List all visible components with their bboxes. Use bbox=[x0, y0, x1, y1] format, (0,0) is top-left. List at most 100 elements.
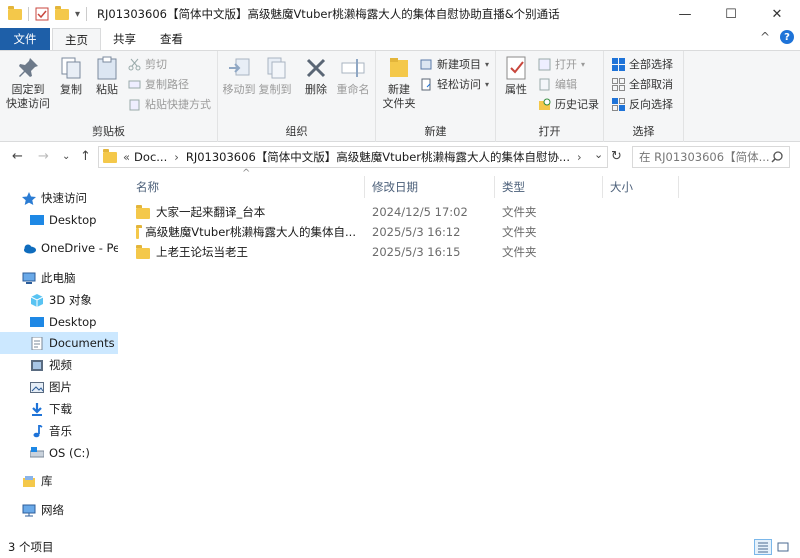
breadcrumb-separator: › bbox=[577, 150, 582, 164]
select-all-button[interactable]: 全部选择 bbox=[612, 55, 673, 73]
rename-icon bbox=[341, 59, 365, 77]
column-header-type[interactable]: 类型 bbox=[502, 176, 608, 198]
title-bar: ▾ RJ01303606【简体中文版】高级魅魔Vtuber桃濑梅露大人的集体自慰… bbox=[0, 0, 800, 28]
scissors-icon bbox=[128, 58, 141, 70]
column-header-name[interactable]: 名称 bbox=[136, 176, 366, 198]
column-divider[interactable] bbox=[602, 176, 603, 198]
column-header-size[interactable]: 大小 bbox=[610, 176, 680, 198]
copy-to-button[interactable]: 复制到 bbox=[258, 55, 292, 97]
new-folder-qa-icon[interactable] bbox=[55, 5, 69, 20]
address-dropdown-button[interactable]: ⌄ bbox=[594, 148, 603, 161]
pin-label: 固定到 快速访问 bbox=[6, 83, 50, 110]
easy-access-icon bbox=[421, 78, 431, 90]
pin-quick-access-button[interactable]: 固定到 快速访问 bbox=[6, 55, 50, 111]
quick-access-dropdown[interactable]: ▾ bbox=[75, 9, 80, 20]
nav-item-pictures[interactable]: 图片 bbox=[0, 376, 118, 398]
new-folder-button[interactable]: 新建 文件夹 bbox=[382, 55, 416, 111]
nav-item-downloads[interactable]: 下载 bbox=[0, 398, 118, 420]
nav-item-this-pc[interactable]: 此电脑 bbox=[0, 267, 118, 289]
tab-view[interactable]: 查看 bbox=[148, 28, 195, 50]
tab-file[interactable]: 文件 bbox=[0, 28, 50, 50]
delete-label: 删除 bbox=[305, 83, 327, 96]
navigation-bar: ← → ⌄ ↑ « Doc... › RJ01303606【简体中文版】高级魅魔… bbox=[0, 142, 800, 172]
nav-item-3d-objects[interactable]: 3D 对象 bbox=[0, 289, 118, 311]
address-folder-icon bbox=[103, 148, 117, 163]
nav-item-label: Documents bbox=[49, 336, 115, 350]
nav-item-label: OneDrive - Per bbox=[41, 241, 118, 255]
new-group-label: 新建 bbox=[424, 125, 447, 138]
new-item-icon bbox=[420, 59, 432, 69]
search-box[interactable]: 在 RJ01303606【简体... bbox=[632, 146, 790, 168]
paste-button[interactable]: 粘贴 bbox=[92, 55, 122, 97]
refresh-button[interactable]: ↻ bbox=[611, 149, 622, 164]
details-view-icon bbox=[758, 542, 768, 553]
nav-item-desktop-pc[interactable]: Desktop bbox=[0, 311, 118, 333]
paste-shortcut-button[interactable]: 粘贴快捷方式 bbox=[128, 95, 211, 113]
select-none-button[interactable]: 全部取消 bbox=[612, 75, 673, 93]
tab-home[interactable]: 主页 bbox=[52, 28, 101, 50]
column-divider[interactable] bbox=[364, 176, 365, 198]
organize-group: 移动到 复制到 删除 重命名 组织 bbox=[218, 51, 376, 143]
nav-item-desktop[interactable]: Desktop bbox=[0, 209, 118, 231]
open-button[interactable]: 打开 ▾ bbox=[538, 55, 585, 73]
properties-check-icon[interactable] bbox=[35, 7, 49, 21]
properties-button[interactable]: 属性 bbox=[500, 55, 532, 97]
breadcrumb-current-folder[interactable]: RJ01303606【简体中文版】高级魅魔Vtuber桃濑梅露大人的集体自慰协.… bbox=[186, 149, 570, 165]
forward-button[interactable]: → bbox=[38, 149, 49, 164]
nav-item-network[interactable]: 网络 bbox=[0, 499, 118, 521]
up-button[interactable]: ↑ bbox=[80, 149, 91, 164]
edit-button[interactable]: 编辑 bbox=[538, 75, 577, 93]
folder-icon bbox=[136, 225, 143, 239]
open-label: 打开 bbox=[555, 58, 577, 71]
recent-locations-dropdown[interactable]: ⌄ bbox=[62, 151, 70, 162]
copy-button[interactable]: 复制 bbox=[56, 55, 86, 97]
copy-path-label: 复制路径 bbox=[145, 78, 189, 91]
nav-item-music[interactable]: 音乐 bbox=[0, 420, 118, 442]
nav-item-libraries[interactable]: 库 bbox=[0, 470, 118, 492]
easy-access-button[interactable]: 轻松访问 ▾ bbox=[420, 75, 489, 93]
history-icon bbox=[539, 98, 551, 110]
invert-selection-button[interactable]: 反向选择 bbox=[612, 95, 673, 113]
nav-item-os-drive[interactable]: OS (C:) bbox=[0, 442, 118, 464]
move-to-button[interactable]: 移动到 bbox=[222, 55, 256, 97]
copy-path-button[interactable]: 复制路径 bbox=[128, 75, 189, 93]
breadcrumb-documents[interactable]: Doc... bbox=[134, 150, 167, 164]
column-header-date[interactable]: 修改日期 bbox=[372, 176, 498, 198]
file-type: 文件夹 bbox=[502, 205, 537, 219]
back-button[interactable]: ← bbox=[12, 149, 23, 164]
details-view-button[interactable] bbox=[754, 539, 772, 555]
nav-item-documents[interactable]: Documents bbox=[0, 332, 118, 354]
column-divider[interactable] bbox=[678, 176, 679, 198]
rename-button[interactable]: 重命名 bbox=[334, 55, 372, 97]
select-all-label: 全部选择 bbox=[629, 58, 673, 71]
invert-selection-label: 反向选择 bbox=[629, 98, 673, 111]
delete-x-icon bbox=[306, 58, 326, 78]
address-bar[interactable]: « Doc... › RJ01303606【简体中文版】高级魅魔Vtuber桃濑… bbox=[98, 146, 608, 168]
collapse-ribbon-button[interactable]: ^ bbox=[760, 30, 770, 44]
column-divider[interactable] bbox=[494, 176, 495, 198]
large-icons-view-button[interactable] bbox=[774, 539, 792, 555]
tab-share[interactable]: 共享 bbox=[101, 28, 148, 50]
history-button[interactable]: 历史记录 bbox=[538, 95, 599, 113]
breadcrumb-overflow[interactable]: « bbox=[123, 150, 130, 164]
nav-item-onedrive[interactable]: OneDrive - Per bbox=[0, 237, 118, 259]
navigation-pane: 快速访问 Desktop OneDrive - Per 此电脑 3D 对象 De… bbox=[0, 172, 118, 532]
delete-button[interactable]: 删除 bbox=[302, 55, 330, 97]
maximize-button[interactable]: ☐ bbox=[708, 0, 754, 28]
nav-item-videos[interactable]: 视频 bbox=[0, 354, 118, 376]
file-row[interactable]: 高级魅魔Vtuber桃濑梅露大人的集体自... 2025/5/3 16:12 文… bbox=[136, 222, 796, 242]
new-item-button[interactable]: 新建项目 ▾ bbox=[420, 55, 489, 73]
file-row[interactable]: 上老王论坛当老王 2025/5/3 16:15 文件夹 bbox=[136, 242, 796, 262]
nav-item-quick-access[interactable]: 快速访问 bbox=[0, 187, 118, 209]
help-icon[interactable]: ? bbox=[780, 30, 794, 44]
new-item-label: 新建项目 bbox=[437, 58, 481, 71]
file-list: ^ 名称 修改日期 类型 大小 大家一起来翻译_台本 2024/12/5 17:… bbox=[118, 168, 800, 532]
minimize-button[interactable]: — bbox=[662, 0, 708, 28]
nav-item-label: 快速访问 bbox=[41, 191, 87, 205]
clipboard-group-label: 剪贴板 bbox=[92, 125, 125, 138]
file-row[interactable]: 大家一起来翻译_台本 2024/12/5 17:02 文件夹 bbox=[136, 202, 796, 222]
close-button[interactable]: ✕ bbox=[754, 0, 800, 28]
edit-label: 编辑 bbox=[555, 78, 577, 91]
cut-button[interactable]: 剪切 bbox=[128, 55, 167, 73]
network-icon bbox=[22, 504, 36, 516]
